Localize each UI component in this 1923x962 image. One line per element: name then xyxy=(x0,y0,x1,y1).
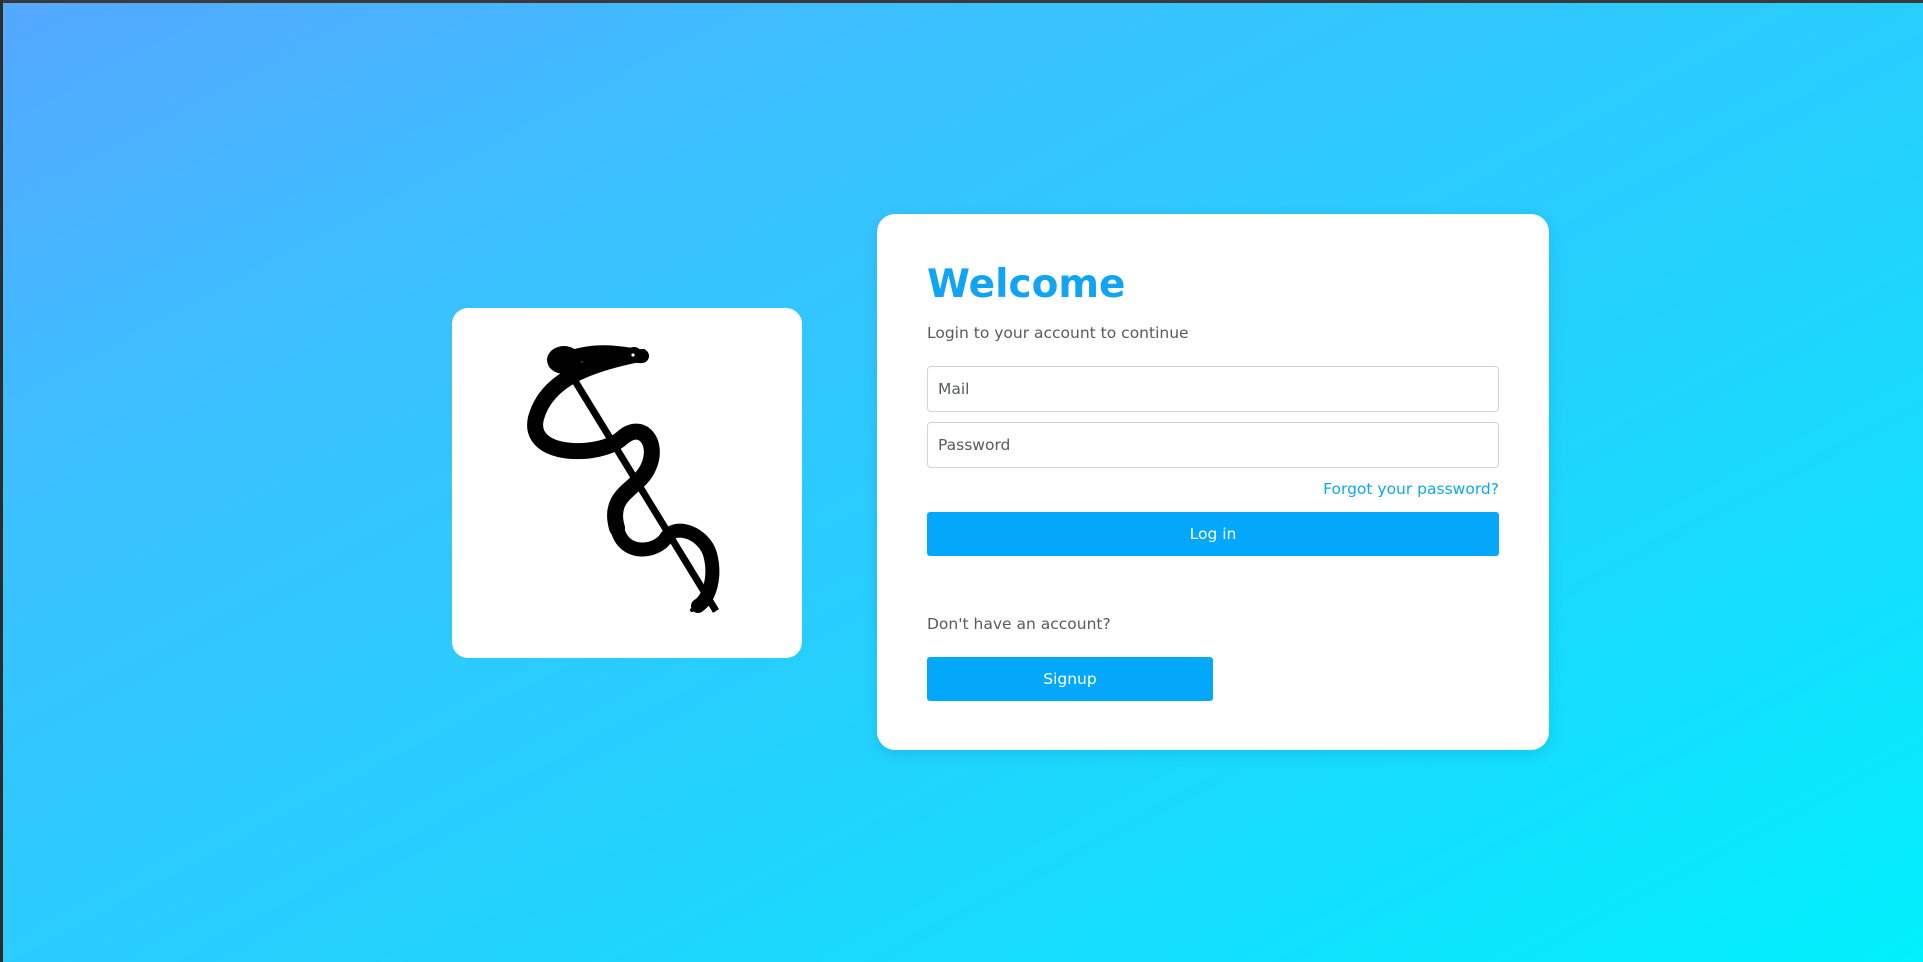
logo-card xyxy=(452,308,802,658)
login-subtitle: Login to your account to continue xyxy=(927,324,1189,342)
window-top-border xyxy=(0,0,1923,3)
page-title: Welcome xyxy=(927,262,1126,307)
forgot-password-link[interactable]: Forgot your password? xyxy=(1323,480,1499,498)
login-button[interactable]: Log in xyxy=(927,512,1499,556)
signup-button[interactable]: Signup xyxy=(927,657,1213,701)
password-input[interactable] xyxy=(927,422,1499,468)
login-card: Welcome Login to your account to continu… xyxy=(877,214,1549,750)
no-account-text: Don't have an account? xyxy=(927,615,1111,633)
window-left-border xyxy=(0,0,3,962)
rod-of-asclepius-icon xyxy=(527,345,720,613)
mail-input[interactable] xyxy=(927,366,1499,412)
